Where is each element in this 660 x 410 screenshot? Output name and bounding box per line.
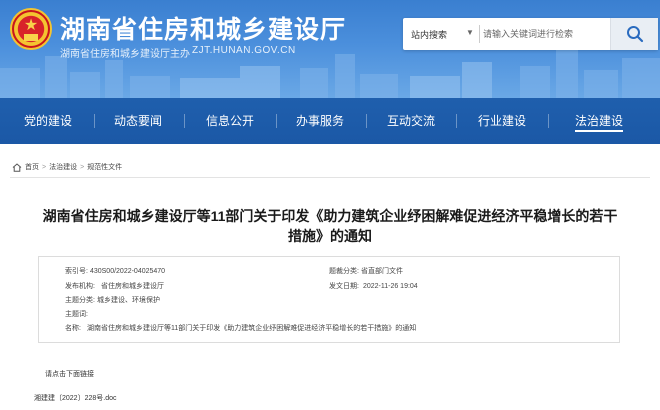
nav-item-interaction[interactable]: 互动交流 xyxy=(387,98,435,144)
meta-keywords: 主题词: xyxy=(65,309,90,319)
meta-value: 湖南省住房和城乡建设厅等11部门关于印发《助力建筑企业纾困解难促进经济平稳增长的… xyxy=(86,325,417,332)
nav-item-news[interactable]: 动态要闻 xyxy=(114,98,162,144)
meta-value: 2022-11-26 19:04 xyxy=(362,283,418,290)
meta-value: 城乡建设、环境保护 xyxy=(96,297,160,304)
nav-item-rule-of-law[interactable]: 法治建设 xyxy=(575,98,623,144)
site-search-box: 站内搜索 ▼ xyxy=(403,18,658,50)
nav-divider xyxy=(94,114,95,128)
meta-topic: 主题分类: 城乡建设、环境保护 xyxy=(65,295,160,305)
meta-value: 省直部门文件 xyxy=(360,268,403,275)
nav-divider xyxy=(276,114,277,128)
chevron-down-icon[interactable]: ▼ xyxy=(466,28,474,37)
meta-value: 省住房和城乡建设厅 xyxy=(100,283,164,290)
meta-name: 名称: 湖南省住房和城乡建设厅等11部门关于印发《助力建筑企业纾困解难促进经济平稳… xyxy=(65,323,416,333)
site-header: ★ 湖南省住房和城乡建设厅 湖南省住房和城乡建设厅主办 ZJT.HUNAN.GO… xyxy=(0,0,660,98)
nav-item-party-building[interactable]: 党的建设 xyxy=(24,98,72,144)
article-title-line: 湖南省住房和城乡建设厅等11部门关于印发《助力建筑企业纾困解难促进经济平稳增长的… xyxy=(42,208,618,224)
article-title-line: 措施》的通知 xyxy=(288,228,372,244)
nav-divider xyxy=(366,114,367,128)
nav-divider xyxy=(184,114,185,128)
breadcrumb-rule-of-law[interactable]: 法治建设 xyxy=(49,162,77,172)
meta-label: 发文日期: xyxy=(329,283,359,290)
nav-item-industry[interactable]: 行业建设 xyxy=(478,98,526,144)
site-subtitle: 湖南省住房和城乡建设厅主办 xyxy=(60,49,190,60)
chevron-right-icon: > xyxy=(80,163,85,171)
search-icon xyxy=(627,26,644,43)
attachment-link[interactable]: 湘建建〔2022〕228号.doc xyxy=(34,393,116,403)
search-divider xyxy=(479,25,480,43)
meta-label: 主题分类: xyxy=(65,297,95,304)
meta-category: 题裁分类: 省直部门文件 xyxy=(329,266,403,276)
link-hint-text: 请点击下面链接 xyxy=(45,371,94,378)
search-button[interactable] xyxy=(610,18,658,50)
article-title: 湖南省住房和城乡建设厅等11部门关于印发《助力建筑企业纾困解难促进经济平稳增长的… xyxy=(30,206,630,246)
search-input[interactable] xyxy=(483,22,605,46)
meta-index: 索引号: 430S00/2022-04025470 xyxy=(65,266,165,276)
breadcrumb-normative-docs[interactable]: 规范性文件 xyxy=(87,162,122,172)
breadcrumb: 首页 > 法治建设 > 规范性文件 xyxy=(12,160,122,174)
meta-value: 430S00/2022-04025470 xyxy=(89,268,166,275)
meta-issuer: 发布机构: 省住房和城乡建设厅 xyxy=(65,281,164,291)
nav-divider xyxy=(548,114,549,128)
main-navigation: 党的建设 动态要闻 信息公开 办事服务 互动交流 行业建设 法治建设 xyxy=(0,98,660,144)
nav-divider xyxy=(456,114,457,128)
document-metadata-box: 索引号: 430S00/2022-04025470 题裁分类: 省直部门文件 发布机… xyxy=(38,256,620,343)
site-domain: ZJT.HUNAN.GOV.CN xyxy=(192,45,296,56)
site-title: 湖南省住房和城乡建设厅 xyxy=(60,16,347,44)
meta-date: 发文日期: 2022-11-26 19:04 xyxy=(329,281,418,291)
nav-item-services[interactable]: 办事服务 xyxy=(296,98,344,144)
search-scope-select[interactable]: 站内搜索 xyxy=(411,28,447,41)
national-emblem-logo: ★ xyxy=(10,8,52,50)
meta-label: 名称: xyxy=(65,325,81,332)
meta-label: 发布机构: xyxy=(65,283,95,290)
meta-label: 主题词: xyxy=(65,311,88,318)
home-icon xyxy=(12,162,22,172)
meta-label: 题裁分类: xyxy=(329,268,359,275)
nav-item-public-info[interactable]: 信息公开 xyxy=(206,98,254,144)
breadcrumb-divider xyxy=(10,177,650,178)
meta-label: 索引号: xyxy=(65,268,88,275)
chevron-right-icon: > xyxy=(42,163,47,171)
breadcrumb-home[interactable]: 首页 xyxy=(25,162,39,172)
